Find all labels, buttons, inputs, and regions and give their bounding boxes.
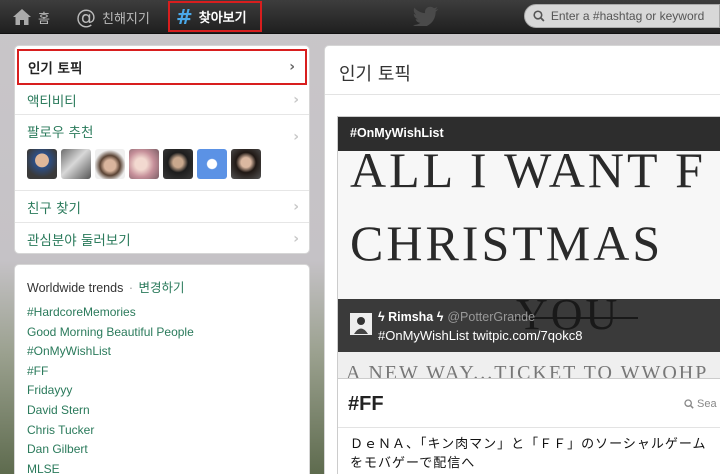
search-icon — [533, 10, 545, 22]
story-tweet: ϟ Rimsha ϟ @PotterGrande #OnMyWishList tw… — [338, 299, 720, 352]
tweet-author[interactable]: ϟ Rimsha ϟ @PotterGrande — [378, 310, 535, 324]
search-box[interactable] — [524, 4, 720, 28]
nav-home[interactable]: 홈 — [12, 0, 50, 34]
sidebar-item-find-friends[interactable]: 친구 찾기 › — [15, 191, 309, 223]
topic-title[interactable]: #FF — [348, 393, 384, 416]
discover-sidebar: 인기 토픽 › 액티비티 › 팔로우 추천 › 친구 찾기 › 관심분야 둘러보… — [14, 45, 310, 254]
avatar[interactable] — [163, 149, 193, 179]
tweet-author-name: ϟ Rimsha ϟ — [378, 310, 444, 324]
search-input[interactable] — [550, 9, 719, 23]
main-content-panel: 인기 토픽 ALL I WANT F CHRISTMAS YOU A NEW W… — [324, 45, 720, 474]
twitter-bird-icon — [412, 6, 439, 26]
chevron-right-icon: › — [293, 231, 299, 247]
top-navigation-bar: 홈 @ 친해지기 # 찾아보기 — [0, 0, 720, 34]
trends-header: Worldwide trends · 변경하기 — [27, 277, 297, 296]
avatar[interactable] — [61, 149, 91, 179]
nav-connect-label: 친해지기 — [102, 11, 150, 27]
topic-search-link[interactable]: Sea — [684, 398, 717, 410]
sidebar-item-browse-categories[interactable]: 관심분야 둘러보기 › — [15, 223, 309, 255]
avatar[interactable] — [231, 149, 261, 179]
tweet-text: #OnMyWishList twitpic.com/7qokc8 — [378, 328, 583, 343]
nav-home-label: 홈 — [38, 11, 50, 27]
chevron-right-icon: › — [293, 129, 299, 145]
story-image: ALL I WANT F CHRISTMAS YOU A NEW WAY...T… — [338, 117, 720, 407]
sidebar-item-label: 인기 토픽 — [28, 61, 83, 77]
trend-item[interactable]: #OnMyWishList — [27, 342, 297, 362]
trend-item[interactable]: Fridayyy — [27, 381, 297, 401]
trends-title: Worldwide trends — [27, 281, 124, 295]
story-image-line: CHRISTMAS — [350, 215, 663, 271]
chevron-right-icon: › — [293, 91, 299, 108]
sidebar-item-label: 관심분야 둘러보기 — [27, 233, 131, 249]
sidebar-item-label: 액티비티 — [27, 93, 77, 110]
avatar[interactable] — [27, 149, 57, 179]
topic-ff-card[interactable]: #FF Sea ＤｅＮＡ、「キン肉マン」と「ＦＦ」のソーシャルゲームをモバゲーで… — [337, 378, 720, 474]
sidebar-item-who-to-follow[interactable]: 팔로우 추천 › — [15, 115, 309, 191]
trend-item[interactable]: #FF — [27, 362, 297, 382]
change-trends-link[interactable]: 변경하기 — [138, 281, 184, 295]
chevron-right-icon: › — [289, 59, 295, 75]
at-icon: @ — [76, 5, 96, 29]
divider — [338, 427, 720, 428]
page-title: 인기 토픽 — [339, 64, 411, 85]
sidebar-item-activity[interactable]: 액티비티 › — [15, 85, 309, 115]
avatar[interactable] — [95, 149, 125, 179]
sidebar-item-label: 친구 찾기 — [27, 200, 81, 217]
avatar[interactable] — [197, 149, 227, 179]
trend-item[interactable]: David Stern — [27, 401, 297, 421]
story-hashtag[interactable]: #OnMyWishList — [350, 126, 444, 140]
divider — [325, 94, 720, 95]
sidebar-item-label: 팔로우 추천 — [27, 125, 94, 141]
topic-story-card[interactable]: ALL I WANT F CHRISTMAS YOU A NEW WAY...T… — [337, 116, 720, 408]
tweet-author-handle: @PotterGrande — [447, 310, 536, 324]
search-icon — [684, 399, 694, 409]
home-icon — [13, 9, 31, 25]
hashtag-icon: # — [176, 4, 193, 29]
trend-item[interactable]: Good Morning Beautiful People — [27, 323, 297, 343]
story-hashtag-bar: #OnMyWishList — [338, 117, 720, 151]
trend-item[interactable]: Dan Gilbert — [27, 440, 297, 460]
tweet-text: ＤｅＮＡ、「キン肉マン」と「ＦＦ」のソーシャルゲームをモバゲーで配信へ — [350, 437, 707, 471]
nav-discover[interactable]: # 찾아보기 — [168, 1, 262, 32]
trends-separator: · — [128, 281, 133, 295]
trend-item[interactable]: Chris Tucker — [27, 421, 297, 441]
chevron-right-icon: › — [293, 198, 299, 215]
avatar[interactable] — [350, 313, 372, 335]
sidebar-item-popular-topics[interactable]: 인기 토픽 › — [17, 49, 307, 85]
topic-search-label: Sea — [697, 398, 717, 410]
nav-connect[interactable]: @ 친해지기 — [76, 0, 150, 34]
trends-panel: Worldwide trends · 변경하기 #HardcoreMemorie… — [14, 264, 310, 474]
avatar[interactable] — [129, 149, 159, 179]
nav-discover-label: 찾아보기 — [198, 11, 247, 26]
suggested-avatars — [27, 149, 309, 179]
trend-item[interactable]: #HardcoreMemories — [27, 303, 297, 323]
trend-item[interactable]: MLSE — [27, 460, 297, 474]
